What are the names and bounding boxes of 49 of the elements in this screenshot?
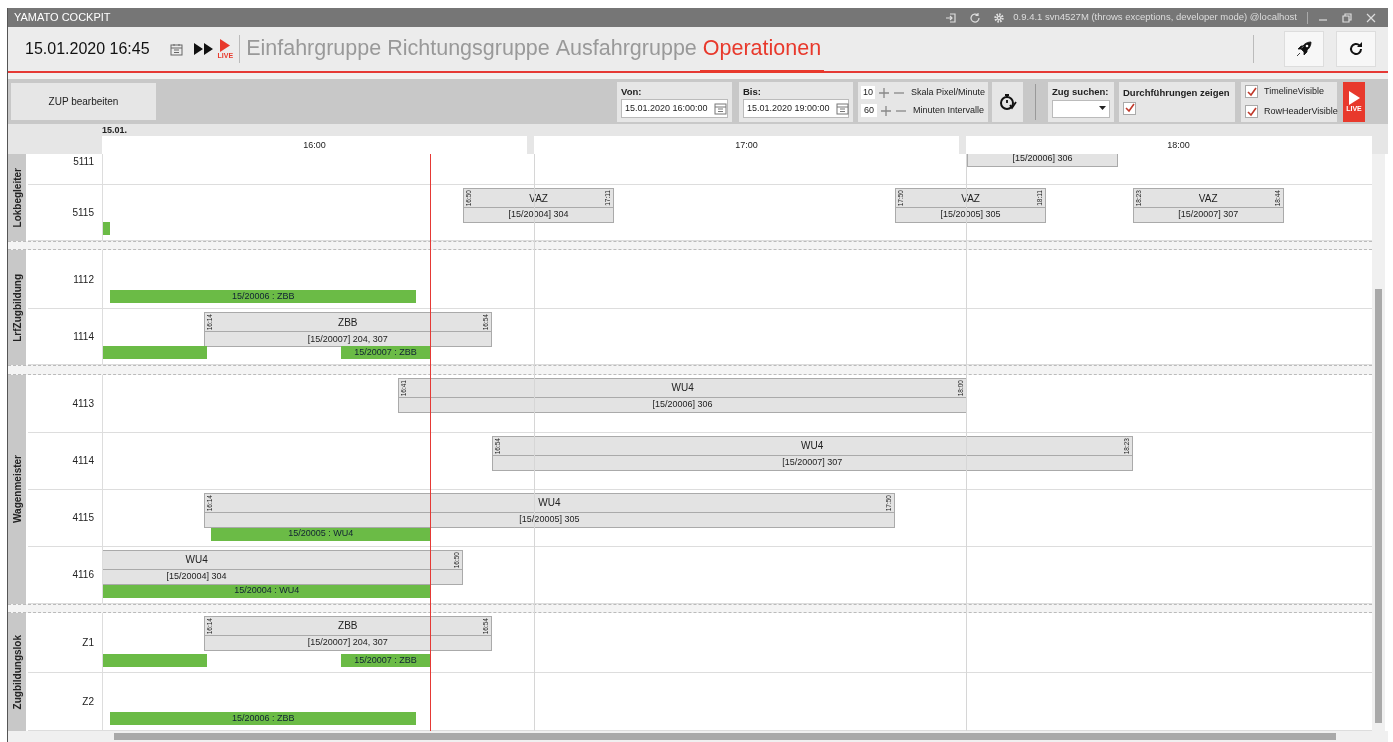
group-label: Lokbegleiter xyxy=(10,167,24,228)
version-text: 0.9.4.1 svn4527M (throws exceptions, developer mode) @localhost xyxy=(1013,10,1297,25)
task-detail: [15/20004] 304 xyxy=(508,208,569,222)
task-detail: [15/20007] 204, 307 xyxy=(307,332,388,346)
row-label: Z1 xyxy=(82,636,94,650)
hour-header-cell: 16:00 xyxy=(102,136,527,154)
group-label: Zugbildungslok xyxy=(10,634,24,710)
date-label: 15.01. xyxy=(101,124,129,136)
task-detail: [15/20006] 306 xyxy=(1012,154,1073,166)
checkbox-label: RowHeaderVisible xyxy=(1264,104,1338,118)
scale-value: 60 xyxy=(861,103,877,118)
task-title: ZBB xyxy=(338,315,358,330)
row-label: 5111 xyxy=(73,155,94,169)
row-label: 1112 xyxy=(73,272,94,287)
row-label: 4114 xyxy=(72,454,94,469)
field-label: Zug suchen: xyxy=(1052,85,1110,100)
scale-value: 10 xyxy=(861,85,875,100)
date-time: 15.01.2020 16:45 xyxy=(25,39,150,59)
task-detail: [15/20005] 305 xyxy=(940,208,1001,222)
group-label: Wagenmeister xyxy=(10,455,24,524)
task-detail: [15/20007] 204, 307 xyxy=(307,636,388,650)
task-detail: [15/20006] 306 xyxy=(652,397,713,411)
row-label: Z2 xyxy=(82,695,94,709)
task-title: VAZ xyxy=(1198,191,1218,206)
scale-label: Skala Pixel/Minute xyxy=(910,85,985,99)
task-detail: [15/20007] 307 xyxy=(782,455,843,469)
task-title: WU4 xyxy=(538,496,561,511)
checkbox-label: Durchführungen zeigen xyxy=(1123,85,1230,100)
window-title: YAMATO COCKPIT xyxy=(14,10,111,26)
field-label: Von: xyxy=(621,84,643,99)
hour-header-cell: 18:00 xyxy=(966,136,1372,154)
checkbox-label: TimelineVisible xyxy=(1264,84,1325,98)
field-label: Bis: xyxy=(743,84,762,99)
task-detail: [15/20004] 304 xyxy=(166,569,227,583)
task-detail: [15/20005] 305 xyxy=(519,512,580,526)
row-label: 5115 xyxy=(72,206,94,220)
progress-text: 15/20006 : ZBB xyxy=(231,711,295,725)
task-title: WU4 xyxy=(671,381,694,396)
row-label: 4116 xyxy=(72,568,94,583)
task-title: ZBB xyxy=(338,619,358,634)
row-label: 4115 xyxy=(72,511,94,526)
hour-header-cell: 17:00 xyxy=(534,136,959,154)
task-title: WU4 xyxy=(801,439,824,454)
task-title: WU4 xyxy=(185,553,208,568)
row-label: 4113 xyxy=(72,396,94,411)
task-detail: [15/20007] 307 xyxy=(1178,208,1239,222)
group-label: LrfZugbildung xyxy=(10,273,24,342)
row-label: 1114 xyxy=(73,330,94,345)
scale-label: Minuten Intervalle xyxy=(913,103,985,117)
